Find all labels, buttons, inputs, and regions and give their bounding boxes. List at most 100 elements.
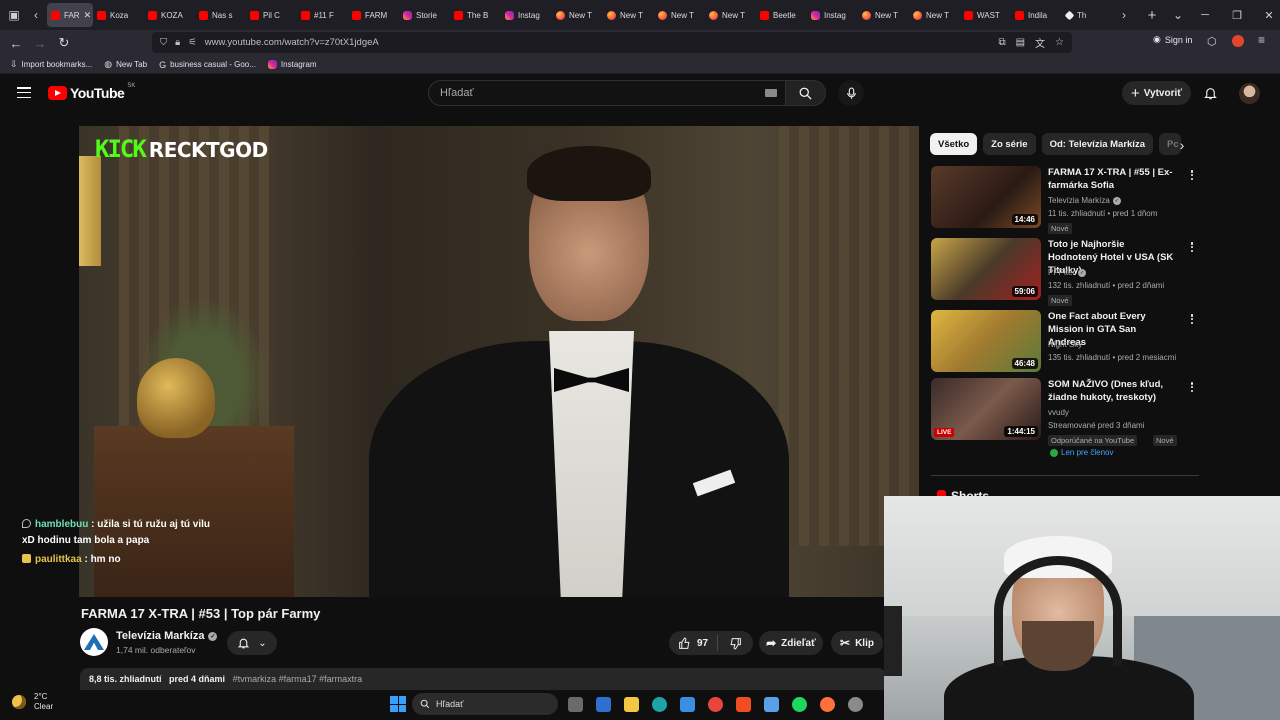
recommended-channel[interactable]: Night Sky bbox=[1048, 340, 1082, 349]
browser-tab[interactable]: New T bbox=[705, 3, 756, 27]
reload-icon[interactable]: ↻ bbox=[52, 32, 76, 54]
browser-tab[interactable]: Instag bbox=[501, 3, 552, 27]
voice-search-button[interactable] bbox=[838, 80, 864, 106]
browser-tab[interactable]: Pil C bbox=[246, 3, 297, 27]
menu-icon[interactable]: ≡ bbox=[1258, 33, 1265, 47]
search-input[interactable]: Hľadať bbox=[428, 80, 786, 106]
like-button[interactable]: 97 bbox=[669, 637, 717, 650]
recommended-video[interactable]: LIVE 1:44:15 SOM NAŽIVO (Dnes kľud, žiadne… bbox=[931, 378, 1201, 457]
spotify-icon[interactable] bbox=[788, 693, 810, 715]
search-button[interactable] bbox=[786, 80, 826, 106]
browser-tab[interactable]: The B bbox=[450, 3, 501, 27]
bookmark-item[interactable]: Gbusiness casual - Goo... bbox=[159, 60, 256, 70]
keyboard-icon[interactable] bbox=[765, 89, 777, 97]
taskbar-search[interactable]: Hľadať bbox=[412, 693, 558, 715]
more-options-icon[interactable] bbox=[1187, 240, 1197, 254]
bookmark-item[interactable]: ⇩ Import bookmarks... bbox=[10, 59, 92, 70]
more-options-icon[interactable] bbox=[1187, 312, 1197, 326]
new-tab-icon[interactable]: + bbox=[1141, 4, 1163, 26]
browser-tab[interactable]: New T bbox=[603, 3, 654, 27]
browser-tab[interactable]: Indila bbox=[1011, 3, 1062, 27]
notifications-button[interactable] bbox=[1199, 83, 1221, 103]
sign-in-button[interactable]: ◉ Sign in bbox=[1153, 34, 1192, 45]
reader-icon[interactable]: ▤ bbox=[1016, 37, 1025, 48]
video-thumbnail[interactable]: 46:48 bbox=[931, 310, 1041, 372]
filter-chip[interactable]: Všetko bbox=[930, 133, 978, 155]
channel-avatar[interactable] bbox=[80, 628, 108, 656]
recommended-video[interactable]: 14:46 FARMA 17 X-TRA | #55 | Ex-farmárka … bbox=[931, 166, 1201, 234]
store-icon[interactable] bbox=[592, 693, 614, 715]
tab-list-icon[interactable]: ▣ bbox=[3, 4, 25, 26]
pip-icon[interactable]: ⧉ bbox=[998, 37, 1005, 48]
edge-icon[interactable] bbox=[648, 693, 670, 715]
chips-next-button[interactable]: › bbox=[1172, 135, 1192, 155]
subscription-notifications-button[interactable]: ⌄ bbox=[227, 631, 277, 655]
browser-tab[interactable]: Storie bbox=[399, 3, 450, 27]
browser-tab[interactable]: KOZA bbox=[144, 3, 195, 27]
chrome-icon[interactable] bbox=[704, 693, 726, 715]
browser-tab[interactable]: New T bbox=[552, 3, 603, 27]
notepad-icon[interactable] bbox=[760, 693, 782, 715]
filter-chip[interactable]: Zo série bbox=[983, 133, 1036, 155]
brave-icon[interactable] bbox=[732, 693, 754, 715]
browser-tab[interactable]: Koza bbox=[93, 3, 144, 27]
shield-icon[interactable]: ⛉ bbox=[160, 37, 167, 48]
recommended-video[interactable]: 46:48 One Fact about Every Mission in GTA… bbox=[931, 310, 1201, 376]
permissions-icon[interactable]: ⚟ bbox=[188, 37, 197, 48]
settings-icon[interactable] bbox=[844, 693, 866, 715]
browser-tab[interactable]: Beetle bbox=[756, 3, 807, 27]
video-thumbnail[interactable]: 59:06 bbox=[931, 238, 1041, 300]
video-thumbnail[interactable]: LIVE 1:44:15 bbox=[931, 378, 1041, 440]
back-icon[interactable]: ← bbox=[4, 32, 28, 54]
translate-icon[interactable]: 文 bbox=[1035, 35, 1045, 50]
browser-tab[interactable]: New T bbox=[909, 3, 960, 27]
browser-tab[interactable]: New T bbox=[858, 3, 909, 27]
more-options-icon[interactable] bbox=[1187, 168, 1197, 182]
filter-chip[interactable]: Od: Televízia Markíza bbox=[1041, 133, 1153, 155]
avatar[interactable] bbox=[1239, 83, 1260, 104]
create-button[interactable]: + Vytvoriť bbox=[1122, 81, 1191, 105]
browser-tab[interactable]: FAR ✕ bbox=[47, 3, 93, 27]
explorer-icon[interactable] bbox=[620, 693, 642, 715]
description-box[interactable]: 8,8 tis. zhliadnutí pred 4 dňami #tvmark… bbox=[80, 668, 886, 690]
close-window-icon[interactable]: ✕ bbox=[1253, 9, 1280, 22]
photos-icon[interactable] bbox=[676, 693, 698, 715]
forward-icon[interactable]: → bbox=[28, 32, 52, 54]
restore-icon[interactable]: ❐ bbox=[1221, 9, 1253, 22]
close-tab-icon[interactable]: ✕ bbox=[84, 10, 92, 21]
tab-overflow-icon[interactable]: ⌄ bbox=[1167, 4, 1189, 26]
profile-extension-icon[interactable] bbox=[1232, 35, 1244, 47]
browser-tab[interactable]: FARM bbox=[348, 3, 399, 27]
browser-tab[interactable]: New T bbox=[654, 3, 705, 27]
bookmark-item[interactable]: ◍ New Tab bbox=[104, 59, 147, 70]
files-icon[interactable] bbox=[564, 693, 586, 715]
recommended-channel[interactable]: Televízia Markíza ✓ bbox=[1048, 196, 1121, 205]
minimize-icon[interactable]: ─ bbox=[1189, 9, 1221, 22]
url-bar[interactable]: ⛉ 🔒︎ ⚟ www.youtube.com/watch?v=z70tX1jdg… bbox=[152, 32, 1072, 53]
hamburger-menu-icon[interactable] bbox=[17, 87, 31, 98]
more-options-icon[interactable] bbox=[1187, 380, 1197, 394]
recommended-video-title[interactable]: FARMA 17 X-TRA | #55 | Ex-farmárka Sofia bbox=[1048, 166, 1176, 192]
firefox-icon[interactable] bbox=[816, 693, 838, 715]
youtube-logo[interactable]: YouTube SK bbox=[48, 83, 135, 101]
tabs-scroll-left-icon[interactable]: ‹ bbox=[25, 4, 47, 26]
lock-icon[interactable]: 🔒︎ bbox=[175, 37, 180, 48]
browser-tab[interactable]: #11 F bbox=[297, 3, 348, 27]
clip-button[interactable]: ✂ Klip bbox=[831, 631, 883, 655]
weather-widget[interactable]: 2°C Clear bbox=[12, 692, 53, 712]
recommended-channel[interactable]: vvudy bbox=[1048, 408, 1069, 417]
browser-tab[interactable]: Instag bbox=[807, 3, 858, 27]
bookmark-item[interactable]: Instagram bbox=[267, 60, 317, 69]
video-thumbnail[interactable]: 14:46 bbox=[931, 166, 1041, 228]
hashtags[interactable]: #tvmarkiza #farma17 #farmaxtra bbox=[233, 674, 363, 684]
windows-start-icon[interactable] bbox=[390, 696, 406, 712]
dislike-button[interactable] bbox=[718, 637, 753, 650]
bookmark-star-icon[interactable]: ☆ bbox=[1055, 37, 1064, 48]
browser-tab[interactable]: Nas s bbox=[195, 3, 246, 27]
recommended-channel[interactable]: PPPiter ✓ bbox=[1048, 268, 1087, 277]
channel-name[interactable]: Televízia Markíza ✓ bbox=[116, 630, 218, 642]
browser-tab[interactable]: Th bbox=[1062, 3, 1113, 27]
browser-tab[interactable]: WAST bbox=[960, 3, 1011, 27]
recommended-video-title[interactable]: SOM NAŽIVO (Dnes kľud, žiadne hukoty, tr… bbox=[1048, 378, 1176, 404]
extensions-icon[interactable]: ⬡ bbox=[1207, 35, 1217, 48]
